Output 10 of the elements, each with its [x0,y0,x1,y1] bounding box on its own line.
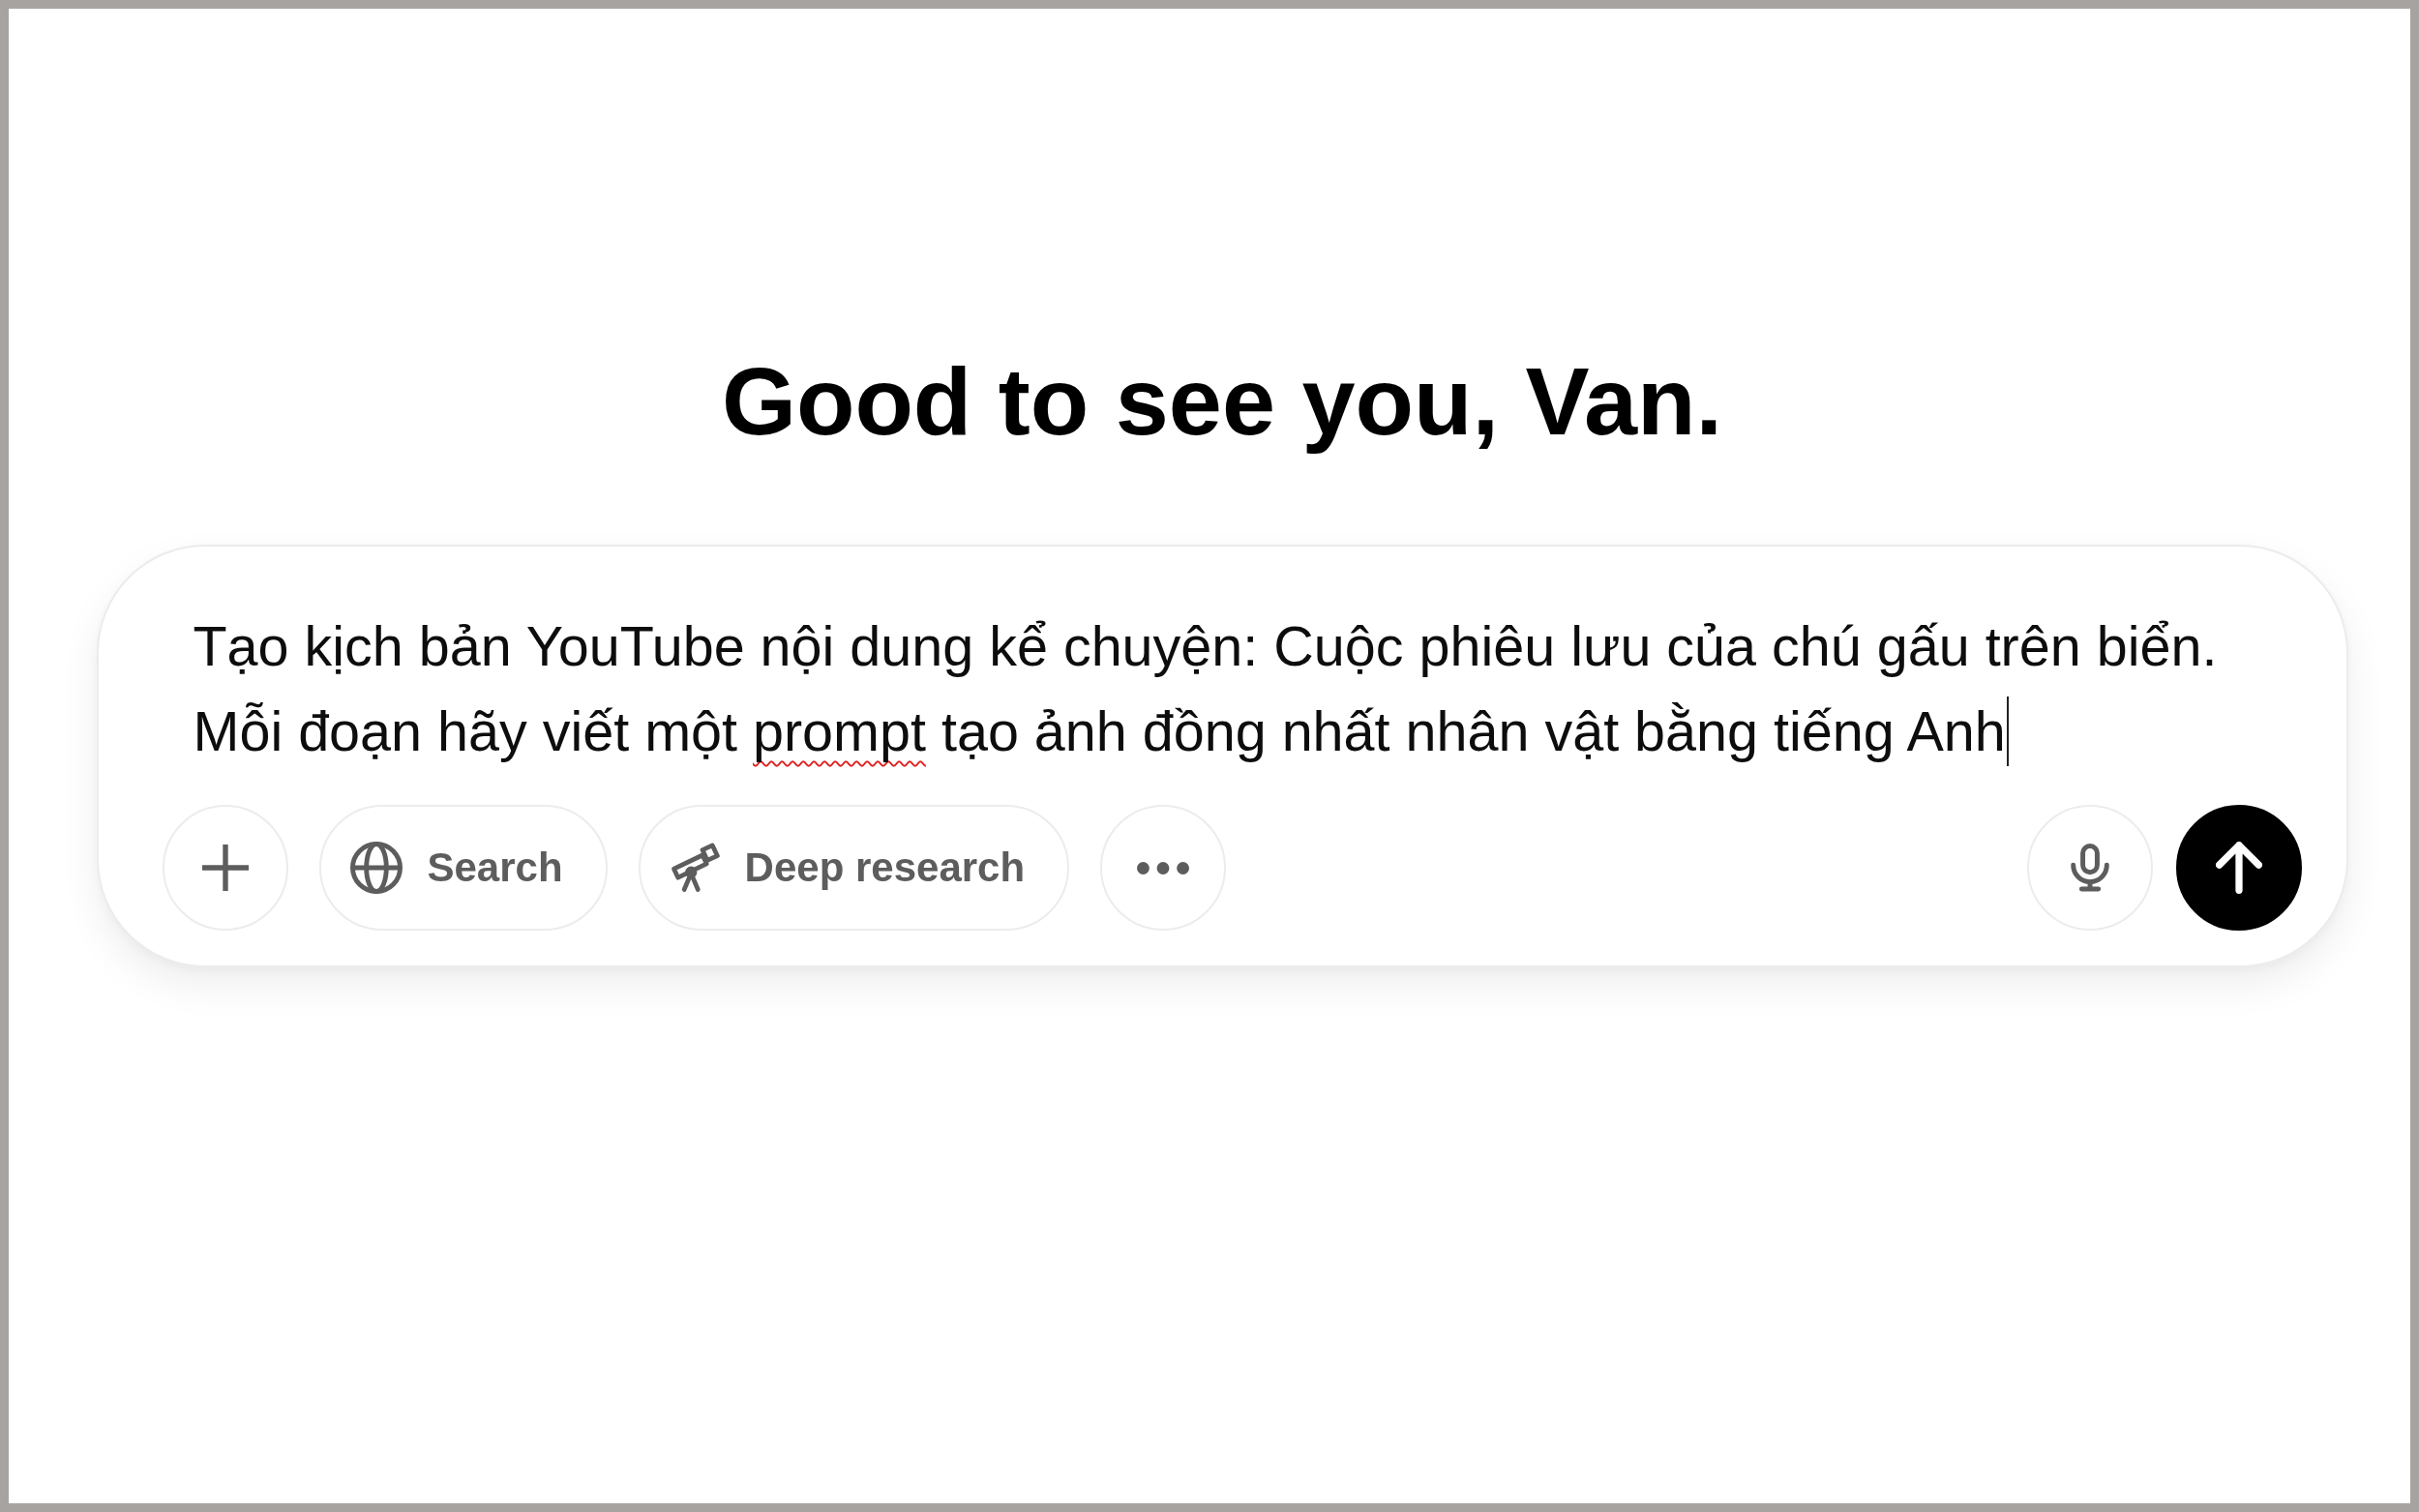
arrow-up-icon [2215,842,2262,894]
telescope-icon [669,843,720,893]
microphone-icon [2070,844,2109,892]
message-input[interactable]: Tạo kịch bản YouTube nội dung kể chuyện: Cuộc phiêu lưu của chú gấu trên biển. Mỗi đoạn hãy viết một prompt tạo ảnh đồng nhất nhân vật bằng tiếng Anh [193,604,2248,774]
globe-icon [349,842,403,894]
search-button[interactable]: Search [318,805,608,931]
plus-icon [201,845,249,891]
deep-research-button[interactable]: Deep research [638,805,1070,931]
greeting-heading: Good to see you, Van. [721,346,1723,457]
ellipsis-icon [1137,861,1190,875]
